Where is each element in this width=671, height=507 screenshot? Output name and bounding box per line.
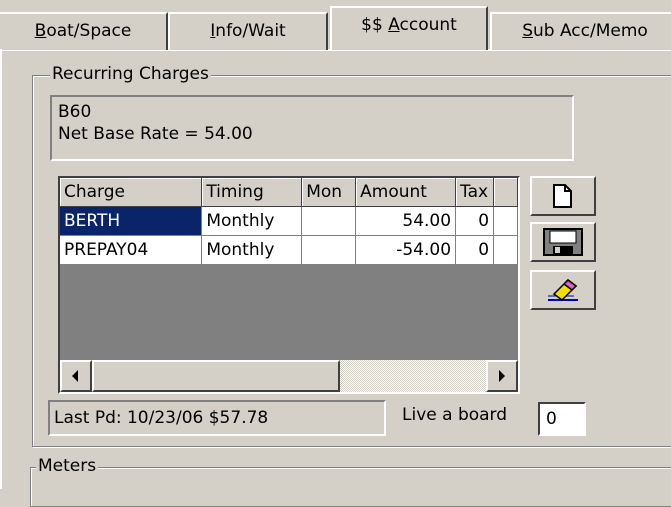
live-aboard-label: Live a board [402, 405, 508, 425]
tab-accel: A [388, 15, 400, 35]
tab-label: oat/Space [46, 21, 132, 41]
live-aboard-value: 0 [546, 409, 557, 429]
table-row[interactable]: PREPAY04 Monthly -54.00 0 [60, 235, 518, 265]
cell-mon[interactable] [301, 206, 357, 236]
save-disk-icon [543, 228, 583, 256]
charges-table: Charge Timing Mon Amount Tax BERTH Month… [60, 178, 518, 265]
new-document-icon [553, 184, 572, 208]
arrow-right-icon [499, 370, 505, 382]
tab-label: ccount [399, 15, 457, 35]
cell-tax[interactable]: 0 [455, 206, 495, 236]
col-header-timing[interactable]: Timing [201, 178, 303, 207]
tab-label: nfo/Wait [215, 21, 286, 41]
erase-charge-button[interactable] [530, 270, 596, 310]
col-header-tax[interactable]: Tax [455, 178, 495, 207]
cell-timing[interactable]: Monthly [201, 206, 303, 236]
col-header-mon[interactable]: Mon [301, 178, 357, 207]
new-charge-button[interactable] [530, 176, 596, 216]
tab-account[interactable]: $$ Account [330, 6, 488, 50]
col-header-extra[interactable] [493, 178, 518, 207]
scroll-right-button[interactable] [486, 360, 518, 392]
account-info-box: B60 Net Base Rate = 54.00 [50, 95, 574, 161]
col-header-charge[interactable]: Charge [60, 178, 203, 207]
meters-group [30, 467, 671, 507]
cell-extra[interactable] [493, 206, 518, 236]
live-aboard-input[interactable]: 0 [538, 402, 586, 436]
last-paid-text: Last Pd: 10/23/06 $57.78 [54, 408, 269, 428]
cell-amount[interactable]: -54.00 [355, 235, 457, 265]
eraser-icon [548, 279, 578, 301]
tab-accel: S [522, 21, 533, 41]
space-code: B60 [58, 102, 92, 122]
scroll-left-button[interactable] [60, 360, 92, 392]
table-row[interactable]: BERTH Monthly 54.00 0 [60, 206, 518, 236]
cell-amount[interactable]: 54.00 [355, 206, 457, 236]
grid-horizontal-scrollbar[interactable] [60, 360, 518, 392]
cell-timing[interactable]: Monthly [201, 235, 303, 265]
net-base-rate: Net Base Rate = 54.00 [58, 124, 253, 144]
cell-mon[interactable] [301, 235, 357, 265]
save-charge-button[interactable] [530, 222, 596, 262]
tab-label: ub Acc/Memo [532, 21, 648, 41]
col-header-amount[interactable]: Amount [355, 178, 457, 207]
tab-label-prefix: $$ [361, 15, 389, 35]
cell-tax[interactable]: 0 [455, 235, 495, 265]
tab-accel: B [34, 21, 47, 41]
grid-header-row: Charge Timing Mon Amount Tax [60, 178, 518, 207]
arrow-left-icon [72, 370, 78, 382]
cell-charge[interactable]: PREPAY04 [60, 235, 203, 265]
cell-extra[interactable] [493, 235, 518, 265]
tab-info-wait[interactable]: Info/Wait [168, 12, 328, 50]
cell-charge[interactable]: BERTH [60, 206, 203, 236]
recurring-charges-legend: Recurring Charges [50, 64, 211, 84]
tab-boat-space[interactable]: Boat/Space [0, 12, 168, 50]
meters-legend: Meters [36, 456, 99, 476]
scroll-thumb[interactable] [92, 360, 340, 392]
last-paid-field: Last Pd: 10/23/06 $57.78 [48, 400, 386, 436]
charges-grid[interactable]: Charge Timing Mon Amount Tax BERTH Month… [58, 176, 520, 394]
tab-sub-acc-memo[interactable]: Sub Acc/Memo [490, 12, 671, 50]
